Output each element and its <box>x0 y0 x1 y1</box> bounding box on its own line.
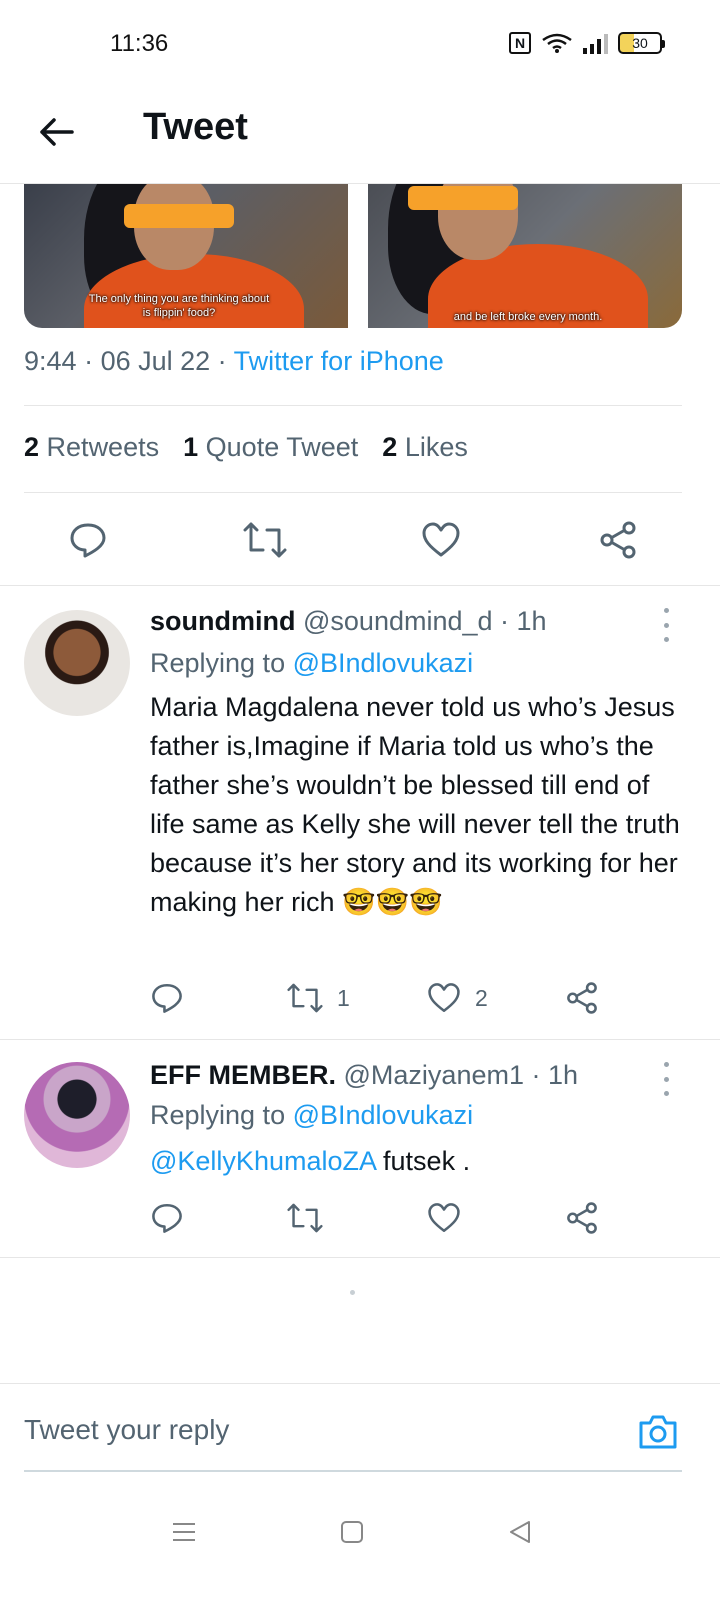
back-arrow-icon <box>40 118 74 146</box>
divider <box>24 405 682 406</box>
reply-author-handle[interactable]: @soundmind_d <box>303 606 493 636</box>
reply-text: Maria Magdalena never told us who’s Jesu… <box>150 692 680 917</box>
tweet-timestamp: 9:44 · 06 Jul 22 · Twitter for iPhone <box>24 346 444 376</box>
reply-text: @KellyKhumaloZA futsek . <box>150 1142 680 1181</box>
reply-button[interactable] <box>150 980 184 1016</box>
page-title: Tweet <box>143 106 248 148</box>
reply-icon <box>70 523 106 558</box>
home-button[interactable] <box>332 1512 372 1552</box>
share-icon <box>600 521 636 559</box>
media-caption-left: The only thing you are thinking about is… <box>88 293 270 319</box>
signal-icon <box>583 32 608 54</box>
more-icon <box>663 608 669 613</box>
loading-indicator <box>350 1290 355 1295</box>
reply-author-name[interactable]: soundmind <box>150 606 295 636</box>
reply-actions: 1 2 <box>0 980 720 1020</box>
retweet-icon <box>287 1203 323 1233</box>
more-options-button[interactable] <box>658 1062 674 1096</box>
heart-icon <box>428 1203 460 1233</box>
tweet-actions <box>0 518 720 586</box>
media-caption-right: and be left broke every month. <box>453 311 603 323</box>
replying-to-link[interactable]: @BIndlovukazi <box>293 648 474 678</box>
retweet-icon <box>243 522 287 558</box>
avatar[interactable] <box>24 610 130 716</box>
composer-underline <box>24 1470 682 1472</box>
tweet-media: The only thing you are thinking about is… <box>24 184 682 328</box>
reply-body: futsek . <box>383 1146 471 1176</box>
retweets-stat[interactable]: 2 Retweets <box>24 432 159 463</box>
status-icons: N 30 <box>509 32 665 54</box>
divider <box>24 492 682 493</box>
status-time: 11:36 <box>110 30 169 57</box>
reply-composer: Tweet your reply <box>0 1383 720 1473</box>
reply-icon <box>152 1203 182 1233</box>
nfc-icon: N <box>509 32 531 54</box>
heart-icon <box>422 522 460 557</box>
replying-to-link[interactable]: @BIndlovukazi <box>293 1100 474 1130</box>
reply-input[interactable]: Tweet your reply <box>24 1414 229 1446</box>
tweet-date: 06 Jul 22 <box>100 346 211 376</box>
likes-stat[interactable]: 2 Likes <box>382 432 468 463</box>
system-nav-bar <box>0 1490 720 1600</box>
reply-button[interactable] <box>150 1200 184 1236</box>
wifi-icon <box>542 33 572 53</box>
camera-icon <box>639 1415 677 1449</box>
share-icon <box>567 1202 597 1234</box>
battery-level: 30 <box>632 35 648 51</box>
home-icon <box>341 1521 363 1543</box>
camera-button[interactable] <box>636 1410 680 1454</box>
recent-apps-button[interactable] <box>164 1512 204 1552</box>
like-button[interactable] <box>419 518 463 562</box>
more-options-button[interactable] <box>658 608 674 642</box>
media-image-right[interactable]: and be left broke every month. <box>368 184 682 328</box>
back-triangle-icon <box>510 1521 530 1543</box>
reply-actions <box>0 1200 720 1240</box>
mention-link[interactable]: @KellyKhumaloZA <box>150 1146 376 1176</box>
like-button[interactable]: 2 <box>427 980 488 1016</box>
battery-icon: 30 <box>618 32 665 54</box>
reply-author-name[interactable]: EFF MEMBER. <box>150 1060 336 1090</box>
reply-author-handle[interactable]: @Maziyanem1 <box>344 1060 524 1090</box>
reply-tweet[interactable]: EFF MEMBER. @Maziyanem1 · 1h Replying to… <box>0 1040 720 1258</box>
share-button[interactable] <box>565 980 599 1016</box>
tweet-stats: 2 Retweets 1 Quote Tweet 2 Likes <box>24 432 468 463</box>
system-back-button[interactable] <box>500 1512 540 1552</box>
tweet-source-link[interactable]: Twitter for iPhone <box>234 346 444 376</box>
more-icon <box>663 1062 669 1067</box>
retweet-button[interactable]: 1 <box>287 980 350 1016</box>
replying-to: Replying to @BIndlovukazi <box>150 1100 474 1130</box>
retweet-count: 1 <box>337 984 350 1011</box>
like-button[interactable] <box>427 1200 461 1236</box>
reply-header: EFF MEMBER. @Maziyanem1 · 1h <box>150 1060 579 1090</box>
quote-tweets-stat[interactable]: 1 Quote Tweet <box>183 432 358 463</box>
reply-age: 1h <box>516 606 547 636</box>
like-count: 2 <box>475 984 488 1011</box>
share-button[interactable] <box>565 1200 599 1236</box>
share-button[interactable] <box>596 518 640 562</box>
status-bar: 11:36 N 30 <box>0 0 720 90</box>
back-button[interactable] <box>34 110 78 154</box>
avatar[interactable] <box>24 1062 130 1168</box>
reply-header: soundmind @soundmind_d · 1h <box>150 606 547 636</box>
share-icon <box>567 982 597 1014</box>
retweet-icon <box>287 983 323 1013</box>
retweet-button[interactable] <box>287 1200 323 1236</box>
reply-button[interactable] <box>66 518 110 562</box>
reply-tweet[interactable]: soundmind @soundmind_d · 1h Replying to … <box>0 586 720 1040</box>
reply-age: 1h <box>548 1060 579 1090</box>
replying-to: Replying to @BIndlovukazi <box>150 648 474 678</box>
reply-icon <box>152 983 182 1013</box>
top-app-bar: Tweet <box>0 90 720 184</box>
tweet-time: 9:44 <box>24 346 77 376</box>
heart-icon <box>428 983 460 1013</box>
retweet-button[interactable] <box>243 518 287 562</box>
media-image-left[interactable]: The only thing you are thinking about is… <box>24 184 348 328</box>
menu-icon <box>173 1523 195 1541</box>
